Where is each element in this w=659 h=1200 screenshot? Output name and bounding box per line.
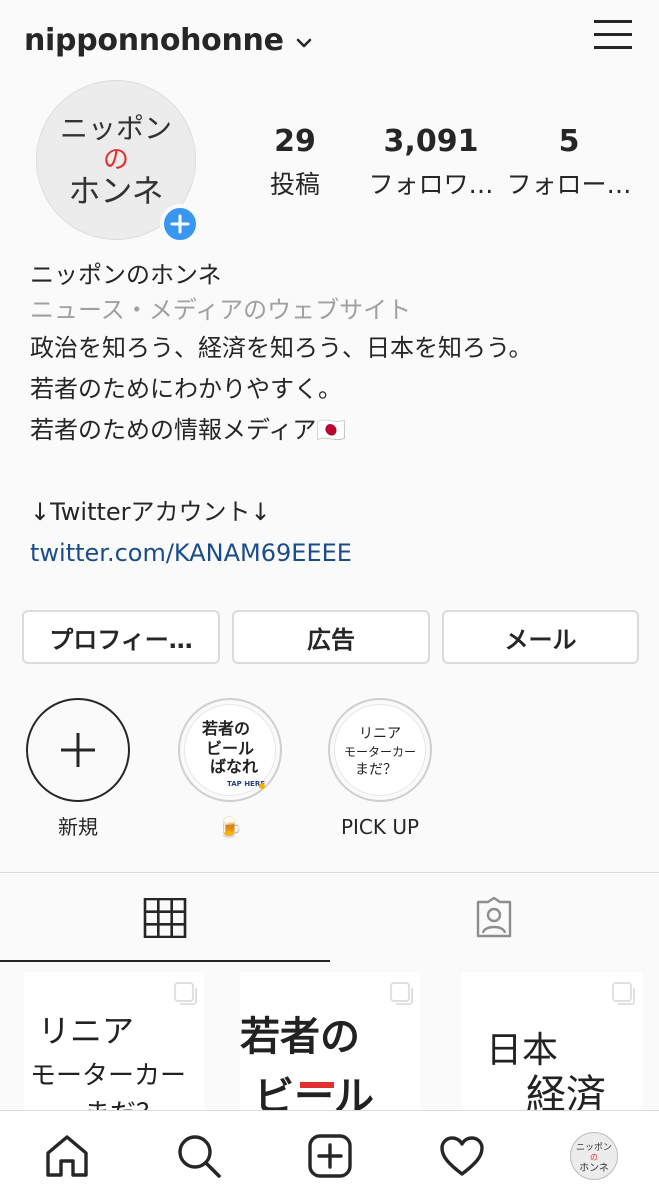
highlight-pick-up[interactable]: リニア モーターカー まだ？ PICK UP [320, 698, 440, 840]
edit-profile-button[interactable]: プロフィー… [22, 610, 220, 664]
svg-text:リニア: リニア [38, 1012, 134, 1050]
svg-text:まだ？: まだ？ [355, 762, 397, 778]
posts-count[interactable]: 29 投稿 [230, 124, 360, 201]
multiple-posts-icon [612, 982, 635, 1005]
profile-bio: ニッポンのホンネ ニュース・メディアのウェブサイト 政治を知ろう、経済を知ろう、… [30, 258, 630, 574]
svg-text:リニア: リニア [359, 726, 401, 742]
posts-count-label: 投稿 [269, 170, 320, 199]
plus-icon [61, 733, 95, 767]
highlight-new[interactable]: 新規 [18, 698, 138, 840]
followers-count[interactable]: 3,091 フォロワ… [366, 124, 496, 201]
highlight-caption: PICK UP [340, 815, 420, 839]
svg-text:若者の: 若者の [201, 719, 250, 738]
avatar: ニッポン の ホンネ [570, 1132, 618, 1180]
home-icon[interactable] [42, 1131, 92, 1181]
post-grid: リニア モーターカー まだ？ 若者の ビール 日本 経済 [0, 962, 659, 1110]
bio-line-2: 若者のためにわかりやすく。 [30, 375, 342, 403]
svg-text:ビール: ビール [206, 739, 254, 758]
add-story-plus-icon[interactable] [160, 204, 200, 244]
svg-text:日本: 日本 [486, 1030, 558, 1071]
bio-spacer [30, 451, 630, 492]
post-thumbnail[interactable]: リニア モーターカー まだ？ [24, 972, 204, 1110]
profile-tab-avatar[interactable]: ニッポン の ホンネ [569, 1131, 619, 1181]
bio-line-4: ↓Twitterアカウント↓ [30, 498, 271, 526]
posts-count-value: 29 [274, 124, 316, 159]
profile-category: ニュース・メディアのウェブサイト [30, 296, 412, 324]
add-post-icon[interactable] [305, 1131, 355, 1181]
post-thumbnail[interactable]: 若者の ビール [240, 972, 420, 1110]
bio-line-3: 若者のための情報メディア🇯🇵 [30, 416, 347, 444]
tab-grid[interactable] [0, 873, 330, 962]
svg-text:ばなれ: ばなれ [210, 757, 258, 776]
profile-name: ニッポンのホンネ [30, 261, 222, 289]
svg-text:ニッポン: ニッポン [576, 1142, 612, 1153]
highlight-ring: 若者の ビール ばなれ TAP HERE [178, 698, 282, 802]
multiple-posts-icon [174, 982, 197, 1005]
highlight-cover: 若者の ビール ばなれ TAP HERE [184, 704, 276, 796]
svg-text:モーターカー: モーターカー [344, 745, 416, 759]
promotions-button[interactable]: 広告 [232, 610, 430, 664]
following-count-value: 5 [558, 124, 580, 159]
post-thumbnail[interactable]: 日本 経済 [462, 972, 642, 1110]
following-count[interactable]: 5 フォロー… [504, 124, 634, 201]
profile-tabs [0, 872, 659, 962]
bottom-navigation: ニッポン の ホンネ [0, 1110, 659, 1200]
followers-count-value: 3,091 [383, 124, 479, 159]
grid-icon [143, 897, 187, 938]
chevron-down-icon[interactable] [296, 33, 312, 52]
svg-text:の: の [590, 1153, 598, 1162]
svg-text:ニッポン: ニッポン [60, 112, 172, 145]
bio-website-link[interactable]: twitter.com/KANAM69EEEE [30, 533, 630, 574]
new-highlight-circle[interactable] [26, 698, 130, 802]
email-button[interactable]: メール [442, 610, 639, 664]
username-switcher[interactable]: nipponnohonne [24, 23, 284, 58]
tab-tagged[interactable] [330, 873, 659, 962]
followers-count-label: フォロワ… [368, 170, 494, 199]
bio-line-1: 政治を知ろう、経済を知ろう、日本を知ろう。 [30, 334, 533, 362]
top-bar: nipponnohonne [0, 0, 659, 80]
highlight-cover: リニア モーターカー まだ？ [334, 704, 426, 796]
hamburger-icon[interactable] [593, 16, 633, 56]
highlight-caption: 🍺 [217, 815, 243, 839]
svg-text:モーターカー: モーターカー [30, 1061, 186, 1091]
multiple-posts-icon [390, 982, 413, 1005]
svg-text:まだ？: まだ？ [84, 1099, 162, 1110]
highlight-caption: 新規 [58, 815, 98, 839]
svg-text:若者の: 若者の [240, 1014, 360, 1060]
following-count-label: フォロー… [506, 170, 632, 199]
svg-text:ホンネ: ホンネ [68, 172, 163, 210]
highlight-beer[interactable]: 若者の ビール ばなれ TAP HERE 🍺 [170, 698, 290, 840]
svg-text:ビール: ビール [254, 1074, 374, 1110]
svg-text:経済: 経済 [526, 1072, 606, 1110]
tagged-person-icon [477, 896, 512, 937]
svg-text:の: の [103, 145, 129, 175]
search-icon[interactable] [174, 1131, 224, 1181]
heart-icon[interactable] [437, 1131, 487, 1181]
highlight-ring: リニア モーターカー まだ？ [328, 698, 432, 802]
svg-text:ホンネ: ホンネ [579, 1162, 609, 1174]
